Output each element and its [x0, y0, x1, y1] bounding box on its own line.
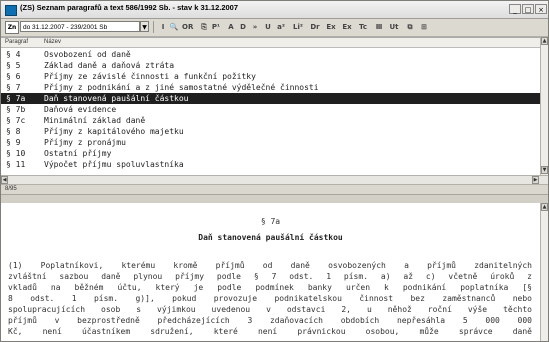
row-nazev: Příjmy z pronájmu [44, 138, 126, 147]
scroll-down-icon[interactable]: ▼ [541, 166, 548, 174]
row-nazev: Daňová evidence [44, 105, 117, 114]
application-window: (ZS) Seznam paragrafů a text 586/1992 Sb… [0, 0, 549, 342]
row-paragraf: § 9 [6, 138, 21, 147]
row-nazev: Ostatní příjmy [44, 149, 112, 158]
tc-icon[interactable]: Tc [358, 21, 368, 33]
a-icon[interactable]: A [226, 21, 236, 33]
dr-icon[interactable]: Dr [310, 21, 320, 33]
document-line: 8 odst. 1 písm. g)], pokud provozuje pod… [8, 294, 532, 303]
superscript-icon[interactable]: a² [276, 21, 286, 33]
row-nazev: Výpočet příjmu spoluvlastníka [44, 160, 184, 169]
row-nazev: Příjmy ze závislé činnosti a funkční pož… [44, 72, 256, 81]
scroll-up-icon[interactable]: ▲ [541, 203, 548, 211]
window-title: (ZS) Seznam paragrafů a text 586/1992 Sb… [20, 3, 239, 12]
copy-icon[interactable]: ⎘ [199, 21, 209, 33]
column-header-paragraf[interactable]: Paragraf [5, 39, 28, 45]
row-paragraf: § 7b [6, 105, 26, 114]
row-nazev: Příjmy z podnikání a z jiné samostatné v… [44, 83, 319, 92]
paragraph-number: § 7a [260, 217, 281, 226]
row-paragraf: § 5 [6, 61, 21, 70]
toolbar: Zn do 31.12.2007 - 239/2001 Sb ▼ I 🔍 OR … [1, 19, 548, 37]
row-nazev: Daň stanovená paušální částkou [44, 94, 189, 103]
row-nazev: Příjmy z kapitálového majetku [44, 127, 184, 136]
list-row[interactable]: § 7 Příjmy z podnikání a z jiné samostatn… [1, 82, 540, 93]
maximize-button[interactable]: □ [522, 4, 534, 14]
row-paragraf: § 8 [6, 127, 21, 136]
document-line: příjmů v bezprostředně předcházejících 3… [8, 316, 532, 325]
row-paragraf: § 7 [6, 83, 21, 92]
bold-icon[interactable]: I [158, 21, 168, 33]
list-row[interactable]: § 4 Osvobození od daně [1, 49, 540, 60]
document-line: (1) Poplatníkovi, kterému kromě příjmů o… [8, 261, 532, 270]
window-icon[interactable]: ⧉ [405, 21, 415, 33]
list-row[interactable]: § 7b Daňová evidence [1, 104, 540, 115]
paragraph-heading: Daň stanovená paušální částkou [198, 233, 343, 242]
columns-icon[interactable]: Ⅲ [374, 21, 384, 33]
row-paragraf: § 10 [6, 149, 26, 158]
row-paragraf: § 7a [6, 94, 26, 103]
list-row[interactable]: § 10 Ostatní příjmy [1, 148, 540, 159]
list-vertical-scrollbar[interactable]: ▲ ▼ [540, 37, 548, 175]
record-position: 8/95 [5, 186, 17, 192]
scroll-up-icon[interactable]: ▲ [541, 37, 548, 45]
app-icon [5, 5, 17, 16]
list-row[interactable]: § 11 Výpočet příjmu spoluvlastníka [1, 159, 540, 170]
column-header-nazev[interactable]: Název [44, 39, 61, 45]
grid-icon[interactable]: ⊞ [419, 21, 429, 33]
list-horizontal-scrollbar[interactable]: ◀ ▶ [1, 175, 548, 184]
document-vertical-scrollbar[interactable]: ▲ [540, 203, 548, 341]
list-header: Paragraf Název [1, 38, 540, 48]
forward-icon[interactable]: » [250, 21, 260, 33]
search-icon[interactable]: 🔍 [169, 21, 179, 33]
scroll-right-icon[interactable]: ▶ [532, 176, 539, 184]
document-line: Kč, není účastníkem sdružení, které není… [8, 327, 532, 336]
row-paragraf: § 11 [6, 160, 26, 169]
row-nazev: Osvobození od daně [44, 50, 131, 59]
row-nazev: Základ daně a daňová ztráta [44, 61, 175, 70]
list-row[interactable]: § 7c Minimální základ daně [1, 115, 540, 126]
document-text-pane: § 7a Daň stanovená paušální částkou (1) … [1, 203, 540, 341]
version-select[interactable]: do 31.12.2007 - 239/2001 Sb [20, 21, 140, 32]
paragraph-icon[interactable]: P¹ [211, 21, 221, 33]
paragraph-list: Paragraf Název § 4 Osvobození od daně § 5… [1, 37, 540, 176]
list-row[interactable]: § 9 Příjmy z pronájmu [1, 137, 540, 148]
list-row[interactable]: § 6 Příjmy ze závislé činnosti a funkční … [1, 71, 540, 82]
close-button[interactable]: × [535, 4, 547, 14]
list-row-selected[interactable]: § 7a Daň stanovená paušální částkou [1, 93, 540, 104]
toolbar-separator [153, 21, 154, 33]
list-row[interactable]: § 8 Příjmy z kapitálového majetku [1, 126, 540, 137]
ut-icon[interactable]: Ut [389, 21, 399, 33]
scroll-left-icon[interactable]: ◀ [1, 176, 8, 184]
document-line: zvláštní sazbou daně plynou příjmy podle… [8, 272, 532, 281]
zn-button[interactable]: Zn [5, 21, 19, 34]
u-icon[interactable]: U [263, 21, 273, 33]
title-bar: (ZS) Seznam paragrafů a text 586/1992 Sb… [1, 1, 548, 19]
row-paragraf: § 6 [6, 72, 21, 81]
document-line: spolupracujících osob s výjimkou uvedeno… [8, 305, 532, 314]
list-row[interactable]: § 5 Základ daně a daňová ztráta [1, 60, 540, 71]
or-icon[interactable]: OR [182, 21, 193, 33]
document-line: vkladů na běžném účtu, který je podle po… [8, 283, 532, 292]
ex-icon[interactable]: Ex [326, 21, 336, 33]
row-paragraf: § 7c [6, 116, 26, 125]
status-bar: 8/95 [1, 184, 548, 194]
chevron-down-icon[interactable]: ▼ [140, 21, 149, 32]
row-nazev: Minimální základ daně [44, 116, 146, 125]
minimize-button[interactable]: _ [509, 4, 521, 14]
row-paragraf: § 4 [6, 50, 21, 59]
li-icon[interactable]: Li² [293, 21, 303, 33]
d-icon[interactable]: D [238, 21, 248, 33]
ex2-icon[interactable]: Ex [342, 21, 352, 33]
